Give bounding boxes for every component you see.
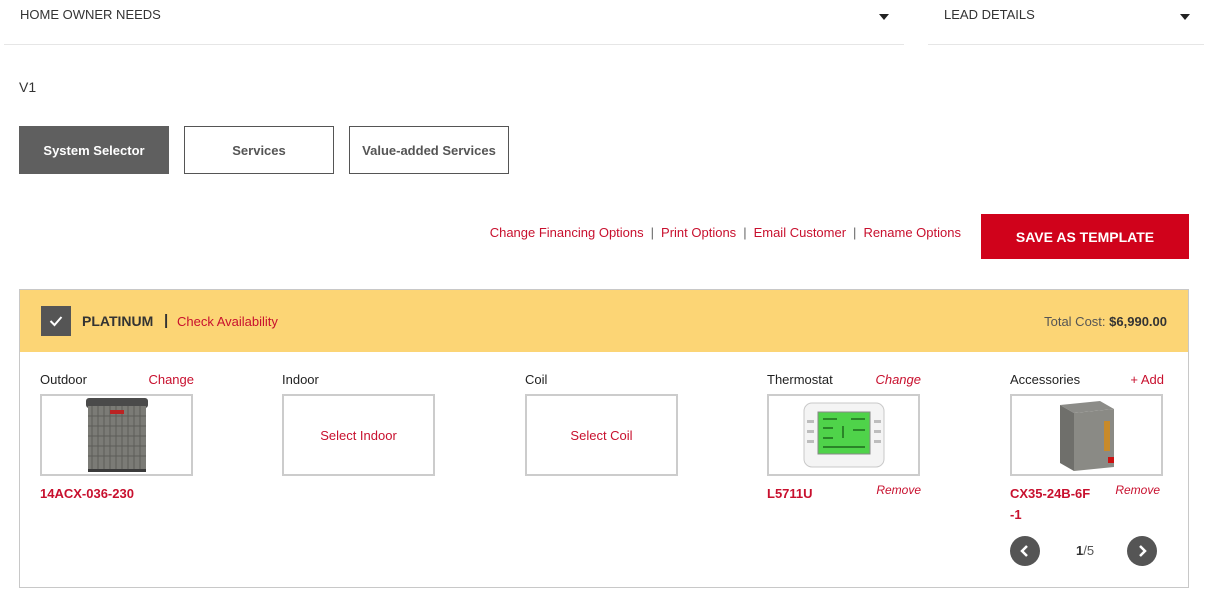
chevron-down-icon[interactable] xyxy=(1180,14,1190,20)
accessory-model-number[interactable]: CX35-24B-6F -1 xyxy=(1010,483,1090,525)
email-customer-link[interactable]: Email Customer xyxy=(754,225,846,240)
outdoor-change-link[interactable]: Change xyxy=(148,372,194,387)
option-checkbox[interactable] xyxy=(41,306,71,336)
previous-button[interactable] xyxy=(1010,536,1040,566)
chevron-right-icon xyxy=(1139,545,1147,557)
print-options-link[interactable]: Print Options xyxy=(661,225,736,240)
thermostat-image-box[interactable] xyxy=(767,394,920,476)
save-as-template-button[interactable]: SAVE AS TEMPLATE xyxy=(981,214,1189,259)
accessory-remove-link[interactable]: Remove xyxy=(1115,483,1160,497)
chevron-down-icon[interactable] xyxy=(879,14,889,20)
select-indoor-link[interactable]: Select Indoor xyxy=(320,428,397,443)
outdoor-image-box[interactable] xyxy=(40,394,193,476)
tab-value-added-services[interactable]: Value-added Services xyxy=(349,126,509,174)
indoor-title: Indoor xyxy=(282,372,319,387)
total-cost: Total Cost: $6,990.00 xyxy=(1044,314,1167,329)
thermostat-image xyxy=(803,402,884,468)
select-coil-link[interactable]: Select Coil xyxy=(570,428,632,443)
accessories-title: Accessories xyxy=(1010,372,1081,387)
coil-cabinet-image xyxy=(1059,401,1114,471)
thermostat-model-number[interactable]: L5711U xyxy=(767,483,813,504)
lead-details-dropdown[interactable]: LEAD DETAILS xyxy=(928,0,1204,45)
option-header: PLATINUM | Check Availability Total Cost… xyxy=(20,290,1188,352)
separator: | xyxy=(650,225,655,240)
tab-system-selector[interactable]: System Selector xyxy=(19,126,169,174)
outdoor-model-number[interactable]: 14ACX-036-230 xyxy=(40,483,134,504)
tier-divider: | xyxy=(164,312,169,329)
rename-options-link[interactable]: Rename Options xyxy=(863,225,961,240)
separator: | xyxy=(853,225,857,240)
add-accessory-link[interactable]: + Add xyxy=(1130,372,1164,387)
thermostat-change-link[interactable]: Change xyxy=(875,372,921,387)
tier-name: PLATINUM xyxy=(82,313,154,329)
accessory-pager: 1/5 xyxy=(1010,536,1158,566)
lead-details-label: LEAD DETAILS xyxy=(944,7,1035,22)
check-availability-link[interactable]: Check Availability xyxy=(177,314,278,329)
tab-services[interactable]: Services xyxy=(184,126,334,174)
next-button[interactable] xyxy=(1127,536,1157,566)
version-label: V1 xyxy=(19,79,37,95)
total-pages: /5 xyxy=(1083,543,1095,558)
total-cost-value: $6,990.00 xyxy=(1109,314,1167,329)
checkmark-icon xyxy=(49,316,63,327)
home-owner-needs-dropdown[interactable]: HOME OWNER NEEDS xyxy=(4,0,904,45)
coil-title: Coil xyxy=(525,372,548,387)
option-actions: Change Financing Options | Print Options | E… xyxy=(490,225,961,240)
separator: | xyxy=(743,225,747,240)
thermostat-remove-link[interactable]: Remove xyxy=(876,483,921,497)
option-card: PLATINUM | Check Availability Total Cost… xyxy=(19,289,1189,588)
indoor-image-box[interactable]: Select Indoor xyxy=(282,394,435,476)
accessory-model-line1: CX35-24B-6F xyxy=(1010,486,1091,501)
total-cost-label: Total Cost: xyxy=(1044,314,1106,329)
outdoor-unit-image xyxy=(85,398,148,472)
page-counter: 1/5 xyxy=(1076,543,1094,558)
coil-image-box[interactable]: Select Coil xyxy=(525,394,678,476)
accessory-image-box[interactable] xyxy=(1010,394,1163,476)
accessory-model-line2: -1 xyxy=(1010,507,1022,522)
outdoor-title: Outdoor xyxy=(40,372,87,387)
home-owner-needs-label: HOME OWNER NEEDS xyxy=(20,7,161,22)
change-financing-link[interactable]: Change Financing Options xyxy=(490,225,644,240)
chevron-left-icon xyxy=(1020,545,1028,557)
thermostat-title: Thermostat xyxy=(767,372,833,387)
